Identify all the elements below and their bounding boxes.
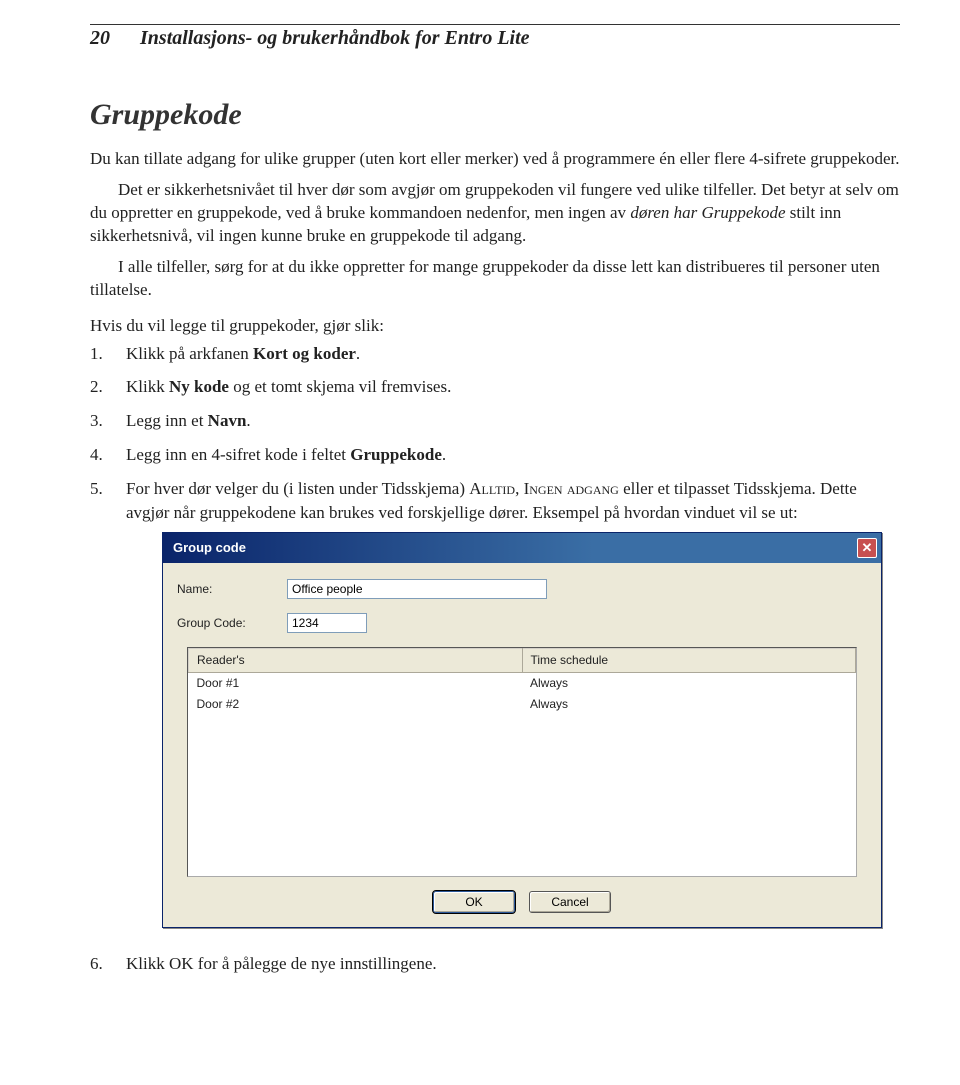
step-3-bold: Navn [208,411,247,430]
step-3b: . [246,411,250,430]
step-4b: . [442,445,446,464]
step-2b: og et tomt skjema vil fremvises. [229,377,451,396]
step-4: Legg inn en 4-sifret kode i feltet Grupp… [90,443,900,467]
step-6: Klikk OK for å pålegge de nye innstillin… [90,952,900,976]
paragraph-2-italic: døren har Gruppekode [630,203,785,222]
step-2-bold: Ny kode [169,377,229,396]
name-row: Name: [177,579,867,599]
code-label: Group Code: [177,615,287,632]
paragraph-2: Det er sikkerhetsnivået til hver dør som… [90,179,900,248]
name-label: Name: [177,581,287,598]
dialog-group-code: Group code ✕ Name: Group Code: Reade [162,532,882,928]
steps-heading: Hvis du vil legge til gruppekoder, gjør … [90,316,900,336]
code-row: Group Code: [177,613,867,633]
paragraph-3: I alle tilfeller, sørg for at du ikke op… [90,256,900,302]
cell-reader: Door #2 [189,694,523,715]
dialog-title: Group code [173,539,246,557]
step-3: Legg inn et Navn. [90,409,900,433]
step-4a: Legg inn en 4-sifret kode i feltet [126,445,350,464]
step-2: Klikk Ny kode og et tomt skjema vil frem… [90,375,900,399]
dialog-titlebar[interactable]: Group code ✕ [163,533,881,563]
ok-button[interactable]: OK [433,891,515,913]
name-input[interactable] [287,579,547,599]
page-number: 20 [90,27,110,50]
step-1: Klikk på arkfanen Kort og koder. [90,342,900,366]
readers-table: Reader's Time schedule Door #1 Always Do… [188,648,856,714]
steps-list: Klikk på arkfanen Kort og koder. Klikk N… [90,342,900,977]
step-5: For hver dør velger du (i listen under T… [90,477,900,929]
step-5a: For hver dør velger du (i listen under T… [126,479,469,498]
close-icon[interactable]: ✕ [857,538,877,558]
table-row[interactable]: Door #1 Always [189,673,856,694]
paragraph-1-text: Du kan tillate adgang for ulike grupper … [90,149,900,168]
table-row[interactable]: Door #2 Always [189,694,856,715]
paragraph-3-text: I alle tilfeller, sørg for at du ikke op… [90,257,880,299]
code-input[interactable] [287,613,367,633]
step-3a: Legg inn et [126,411,208,430]
cell-schedule: Always [522,673,856,694]
step-6-text: Klikk OK for å pålegge de nye innstillin… [126,954,437,973]
step-2a: Klikk [126,377,169,396]
section-heading: Gruppekode [90,98,900,132]
dialog-button-row: OK Cancel [177,887,867,915]
cell-schedule: Always [522,694,856,715]
step-5-sc1: Alltid [469,479,515,498]
dialog-body: Name: Group Code: Reader's Time schedule [163,563,881,927]
readers-table-wrap: Reader's Time schedule Door #1 Always Do… [187,647,857,877]
step-5-sc2: Ingen adgang [524,479,619,498]
cell-reader: Door #1 [189,673,523,694]
col-schedule[interactable]: Time schedule [522,649,856,673]
cancel-button[interactable]: Cancel [529,891,611,913]
running-header: 20 Installasjons- og brukerhåndbok for E… [90,24,900,50]
paragraph-1: Du kan tillate adgang for ulike grupper … [90,148,900,171]
step-1a: Klikk på arkfanen [126,344,253,363]
col-readers[interactable]: Reader's [189,649,523,673]
step-5-mid1: , [515,479,524,498]
running-title: Installasjons- og brukerhåndbok for Entr… [140,27,530,50]
step-1b: . [356,344,360,363]
step-1-bold: Kort og koder [253,344,356,363]
step-4-bold: Gruppekode [350,445,442,464]
